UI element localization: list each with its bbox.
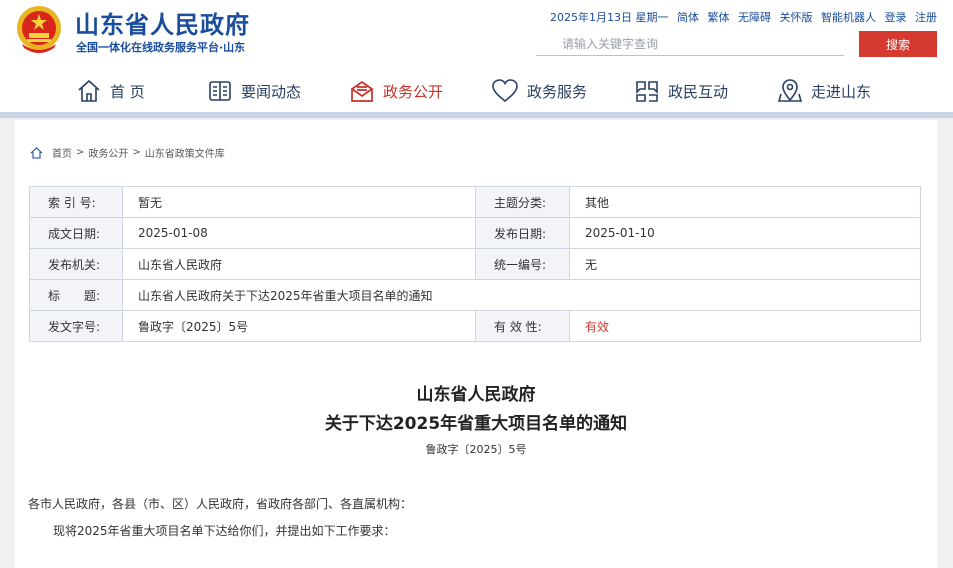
nav-label-interaction: 政民互动 <box>668 82 729 101</box>
meta-value: 山东省人民政府 <box>122 248 476 280</box>
site-header: 山东省人民政府 全国一体化在线政务服务平台·山东 2025年1月13日 星期一 … <box>0 0 953 114</box>
validity-value: 有效 <box>569 310 921 342</box>
site-subtitle[interactable]: 全国一体化在线政务服务平台·山东 <box>76 39 245 55</box>
meta-label: 发布机关: <box>29 248 123 280</box>
meta-value: 山东省人民政府关于下达2025年省重大项目名单的通知 <box>122 279 921 311</box>
meta-value: 2025-01-08 <box>122 217 476 249</box>
login-link[interactable]: 登录 <box>885 11 907 24</box>
main-content: 首页 > 政务公开 > 山东省政策文件库 索 引 号: 暂无 主题分类: 其他 … <box>15 120 937 568</box>
main-nav: 首 页 要闻动态 政务公开 政务服务 政民互动 走进山东 <box>0 70 953 112</box>
newspaper-icon <box>209 81 231 101</box>
chat-icon <box>636 81 658 102</box>
heart-icon <box>492 79 518 103</box>
document-number: 鲁政字〔2025〕5号 <box>425 443 527 456</box>
meta-label: 索 引 号: <box>29 186 123 218</box>
breadcrumb-separator: > <box>132 147 141 158</box>
nav-label-services: 政务服务 <box>527 82 588 101</box>
nav-label-gov-affairs: 政务公开 <box>383 82 444 101</box>
current-date: 2025年1月13日 星期一 <box>550 11 669 24</box>
nav-item-news[interactable]: 要闻动态 <box>207 76 301 106</box>
home-icon <box>78 79 100 102</box>
simplified-link[interactable]: 简体 <box>677 11 699 24</box>
care-mode-link[interactable]: 关怀版 <box>780 11 813 24</box>
table-row: 索 引 号: 暂无 主题分类: 其他 <box>29 186 921 218</box>
meta-value: 无 <box>569 248 921 280</box>
accessibility-link[interactable]: 无障碍 <box>738 11 771 24</box>
table-row: 标 题: 山东省人民政府关于下达2025年省重大项目名单的通知 <box>29 279 921 311</box>
nav-item-gov-affairs[interactable]: 政务公开 <box>349 76 443 106</box>
register-link[interactable]: 注册 <box>915 11 937 24</box>
table-row: 成文日期: 2025-01-08 发布日期: 2025-01-10 <box>29 217 921 249</box>
table-row: 发布机关: 山东省人民政府 统一编号: 无 <box>29 248 921 280</box>
home-icon[interactable] <box>30 146 43 159</box>
document-title-issuer: 山东省人民政府 <box>416 385 536 405</box>
national-emblem-icon <box>17 6 61 53</box>
top-links: 2025年1月13日 星期一 简体 繁体 无障碍 关怀版 智能机器人 登录 注册 <box>550 9 937 25</box>
traditional-link[interactable]: 繁体 <box>708 11 730 24</box>
document-title: 关于下达2025年省重大项目名单的通知 <box>324 414 628 434</box>
document-paragraph: 现将2025年省重大项目名单下达给你们，并提出如下工作要求： <box>53 524 396 538</box>
meta-value: 暂无 <box>122 186 476 218</box>
breadcrumb-gov-affairs[interactable]: 政务公开 <box>88 145 128 160</box>
mail-open-icon <box>351 80 373 102</box>
meta-label: 有 效 性: <box>475 310 570 342</box>
nav-item-interaction[interactable]: 政民互动 <box>634 76 728 106</box>
nav-item-home[interactable]: 首 页 <box>76 76 145 106</box>
map-pin-icon <box>777 79 803 102</box>
nav-label-shandong: 走进山东 <box>811 82 872 101</box>
document-paragraph: 各市人民政府，各县（市、区）人民政府，省政府各部门、各直属机构： <box>28 497 413 511</box>
document-meta-table: 索 引 号: 暂无 主题分类: 其他 成文日期: 2025-01-08 发布日期… <box>29 186 921 342</box>
breadcrumb-home[interactable]: 首页 <box>52 145 72 160</box>
meta-label: 成文日期: <box>29 217 123 249</box>
site-title[interactable]: 山东省人民政府 <box>75 5 250 40</box>
nav-item-services[interactable]: 政务服务 <box>491 76 587 106</box>
meta-label: 标 题: <box>29 279 123 311</box>
header-divider <box>0 112 953 118</box>
breadcrumb: 首页 > 政务公开 > 山东省政策文件库 <box>30 145 225 160</box>
nav-label-home: 首 页 <box>110 82 145 101</box>
meta-value: 其他 <box>569 186 921 218</box>
nav-label-news: 要闻动态 <box>241 82 302 101</box>
meta-label: 发布日期: <box>475 217 570 249</box>
breadcrumb-policy-library[interactable]: 山东省政策文件库 <box>145 145 225 160</box>
search-input[interactable] <box>536 32 844 56</box>
table-row: 发文字号: 鲁政字〔2025〕5号 有 效 性: 有效 <box>29 310 921 342</box>
meta-label: 发文字号: <box>29 310 123 342</box>
meta-value: 鲁政字〔2025〕5号 <box>122 310 476 342</box>
meta-label: 统一编号: <box>475 248 570 280</box>
meta-label: 主题分类: <box>475 186 570 218</box>
breadcrumb-separator: > <box>76 147 85 158</box>
robot-link[interactable]: 智能机器人 <box>821 11 876 24</box>
meta-value: 2025-01-10 <box>569 217 921 249</box>
nav-item-shandong[interactable]: 走进山东 <box>777 76 871 106</box>
search-button[interactable]: 搜索 <box>859 31 937 57</box>
